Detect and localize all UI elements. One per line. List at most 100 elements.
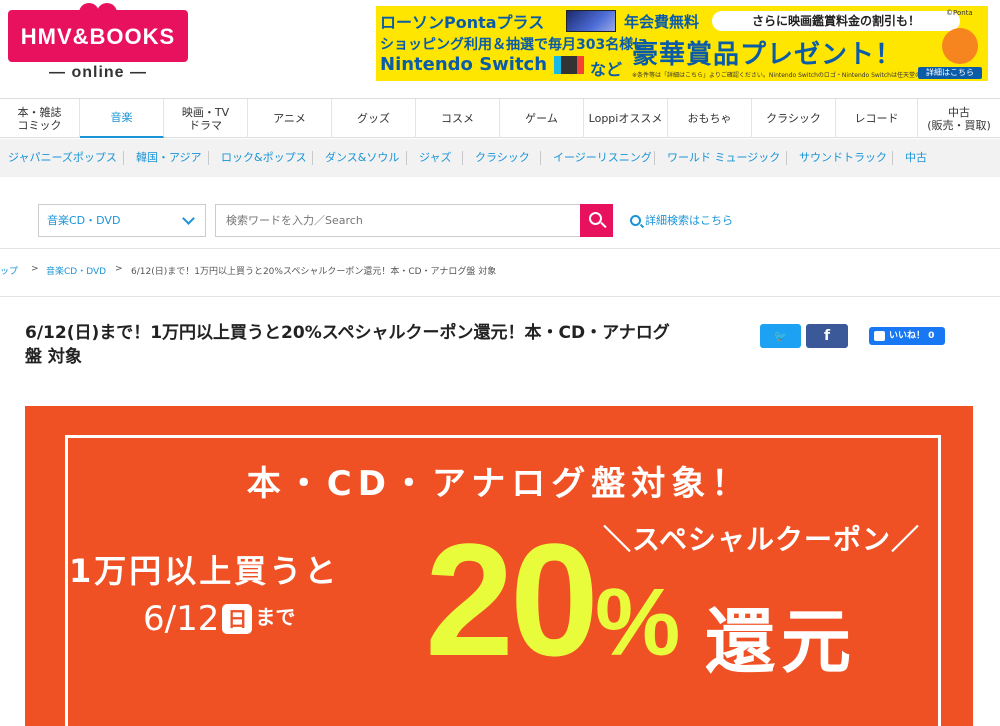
subnav-item-world-music[interactable]: ワールド ミュージック bbox=[667, 139, 780, 177]
promo-percent-value: 20 bbox=[425, 510, 599, 689]
thumbs-up-icon bbox=[874, 331, 885, 341]
promo-date-value: 6/12 bbox=[143, 599, 220, 639]
twitter-share-button[interactable]: 🐦 bbox=[760, 324, 801, 348]
hmv-books-logo[interactable]: HMV&BOOKS — online — bbox=[8, 3, 188, 88]
ponta-mascot-icon bbox=[942, 28, 978, 64]
divider bbox=[0, 296, 1000, 297]
nav-item-toys[interactable]: おもちゃ bbox=[668, 99, 752, 138]
category-select-value: 音楽CD・DVD bbox=[47, 214, 121, 227]
promo-date: 6/12 日まで bbox=[143, 599, 295, 639]
promo-kangen: 還元 bbox=[705, 601, 857, 683]
nav-item-goods[interactable]: グッズ bbox=[332, 99, 416, 138]
music-subnav: ジャパニーズポップス 韓国・アジア ロック&ポップス ダンス&ソウル ジャズ ク… bbox=[0, 139, 1000, 177]
advanced-search-label: 詳細検索はこちら bbox=[645, 214, 733, 227]
subnav-item-dance-soul[interactable]: ダンス&ソウル bbox=[325, 139, 399, 177]
nav-item-records[interactable]: レコード bbox=[836, 99, 918, 138]
search-bar: 音楽CD・DVD 詳細検索はこちら bbox=[0, 177, 1000, 249]
subnav-item-used[interactable]: 中古 bbox=[905, 139, 927, 177]
nav-item-classical[interactable]: クラシック bbox=[752, 99, 836, 138]
breadcrumb-top[interactable]: ップ bbox=[0, 264, 18, 277]
heart-icon bbox=[79, 3, 117, 23]
search-button[interactable] bbox=[580, 204, 613, 237]
like-label: いいね！ 0 bbox=[889, 331, 935, 341]
breadcrumb-current: 6/12(日)まで！1万円以上買うと20%スペシャルクーポン還元！本・CD・アナ… bbox=[131, 267, 497, 277]
main-nav: 本・雑誌 コミック 音楽 映画・TV ドラマ アニメ グッズ コスメ ゲーム L… bbox=[0, 98, 1000, 138]
nav-item-movies[interactable]: 映画・TV ドラマ bbox=[164, 99, 248, 138]
divider bbox=[208, 151, 209, 165]
nav-label: Loppiオススメ bbox=[588, 112, 663, 125]
game-console-icon bbox=[554, 56, 584, 74]
nav-item-anime[interactable]: アニメ bbox=[248, 99, 332, 138]
breadcrumb-separator: > bbox=[115, 264, 123, 274]
subnav-item-jpop[interactable]: ジャパニーズポップス bbox=[8, 139, 117, 177]
promo-made: まで bbox=[255, 605, 296, 629]
nav-item-cosme[interactable]: コスメ bbox=[416, 99, 500, 138]
banner-details-button[interactable]: 詳細はこちら bbox=[918, 67, 982, 79]
subnav-item-easy-listening[interactable]: イージーリスニング bbox=[553, 139, 652, 177]
category-select[interactable]: 音楽CD・DVD bbox=[38, 204, 206, 237]
banner-extra: さらに映画鑑賞料金の割引も！ bbox=[712, 11, 960, 31]
logo-subtitle: — online — bbox=[49, 64, 147, 81]
banner-fee: 年会費無料 bbox=[624, 13, 700, 31]
search-icon-handle bbox=[600, 221, 607, 229]
banner-note: ※条件等は「詳細はこちら」よりご確認ください。Nintendo Switchのロ… bbox=[632, 72, 951, 79]
twitter-icon: 🐦 bbox=[773, 330, 788, 343]
logo-text: HMV&BOOKS bbox=[20, 24, 176, 49]
divider bbox=[462, 151, 463, 165]
divider bbox=[406, 151, 407, 165]
subnav-item-rock-pops[interactable]: ロック&ポップス bbox=[221, 139, 307, 177]
nav-label: グッズ bbox=[357, 112, 390, 125]
promo-percent-sign: % bbox=[594, 569, 681, 676]
logo-badge: HMV&BOOKS bbox=[8, 3, 188, 62]
promo-target: 本・CD・アナログ盤対象！ bbox=[246, 464, 752, 504]
search-input[interactable] bbox=[215, 204, 581, 237]
advanced-search-link[interactable]: 詳細検索はこちら bbox=[630, 212, 733, 228]
promo-percent: 20% bbox=[425, 520, 680, 703]
nav-label: 映画・TV ドラマ bbox=[181, 105, 230, 132]
nav-item-used[interactable]: 中古 (販売・買取) bbox=[918, 99, 1000, 138]
nav-label: 本・雑誌 コミック bbox=[17, 105, 62, 132]
nav-label: おもちゃ bbox=[687, 112, 732, 125]
chevron-down-icon bbox=[182, 212, 195, 225]
divider bbox=[540, 151, 541, 165]
divider bbox=[786, 151, 787, 165]
facebook-like-button[interactable]: いいね！ 0 bbox=[869, 327, 945, 345]
subnav-item-classical[interactable]: クラシック bbox=[475, 139, 530, 177]
promo-condition: 1万円以上買うと bbox=[69, 552, 340, 590]
subnav-item-jazz[interactable]: ジャズ bbox=[419, 139, 451, 177]
nav-label: アニメ bbox=[273, 112, 306, 125]
facebook-icon: f bbox=[823, 328, 831, 344]
banner-nado: など bbox=[590, 60, 623, 79]
site-header: HMV&BOOKS — online — ローソンPontaプラス 年会費無料 … bbox=[0, 0, 1000, 98]
breadcrumb-separator: > bbox=[31, 264, 39, 274]
divider bbox=[312, 151, 313, 165]
divider bbox=[654, 151, 655, 165]
nav-label: ゲーム bbox=[525, 112, 558, 125]
nav-label: 中古 (販売・買取) bbox=[927, 105, 991, 132]
facebook-share-button[interactable]: f bbox=[806, 324, 848, 348]
nav-item-loppi[interactable]: Loppiオススメ bbox=[584, 99, 668, 138]
banner-prize: 豪華賞品プレゼント！ bbox=[632, 40, 903, 70]
nav-item-game[interactable]: ゲーム bbox=[500, 99, 584, 138]
nav-label: クラシック bbox=[766, 112, 821, 125]
nav-label: コスメ bbox=[441, 112, 474, 125]
banner-line1: ショッピング利用＆抽選で毎月303名様に bbox=[380, 37, 648, 53]
banner-line2: Nintendo Switch bbox=[380, 54, 548, 75]
page-title: 6/12(日)まで！1万円以上買うと20%スペシャルクーポン還元！本・CD・アナ… bbox=[25, 323, 670, 367]
subnav-item-korea-asia[interactable]: 韓国・アジア bbox=[136, 139, 202, 177]
divider bbox=[892, 151, 893, 165]
breadcrumb-music[interactable]: 音楽CD・DVD bbox=[46, 264, 106, 277]
promo-banner[interactable]: 本・CD・アナログ盤対象！ 1万円以上買うと 6/12 日まで ＼スペシャルクーポ… bbox=[25, 406, 973, 726]
banner-title: ローソンPontaプラス bbox=[380, 13, 545, 32]
zoom-icon bbox=[630, 215, 641, 226]
ponta-plus-banner[interactable]: ローソンPontaプラス 年会費無料 さらに映画鑑賞料金の割引も！ ショッピング… bbox=[376, 6, 988, 81]
ponta-logo: ©Ponta bbox=[946, 9, 973, 17]
nav-label: 音楽 bbox=[110, 111, 133, 124]
nav-label: レコード bbox=[854, 112, 899, 125]
credit-card-icon bbox=[566, 10, 616, 32]
subnav-item-soundtrack[interactable]: サウンドトラック bbox=[799, 139, 887, 177]
promo-day-badge: 日 bbox=[222, 604, 253, 634]
nav-item-books[interactable]: 本・雑誌 コミック bbox=[0, 99, 80, 138]
nav-item-music[interactable]: 音楽 bbox=[80, 99, 164, 138]
divider bbox=[123, 151, 124, 165]
